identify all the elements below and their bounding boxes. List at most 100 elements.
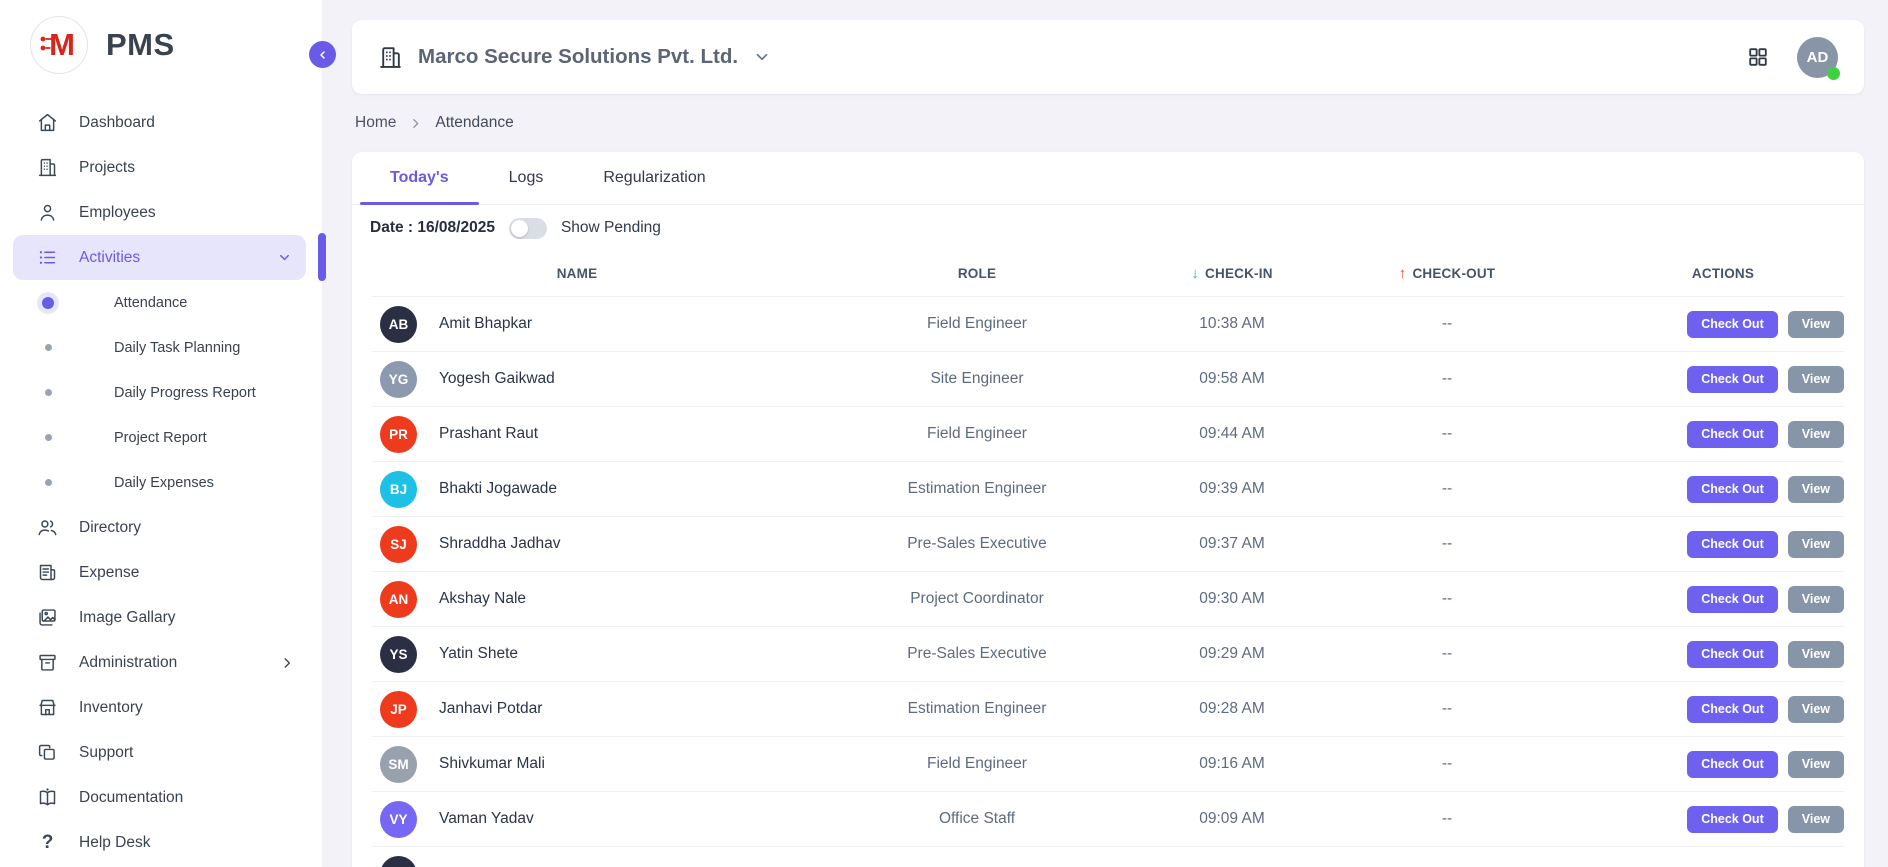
column-name[interactable]: NAME: [557, 266, 598, 281]
bullet-icon: [45, 389, 52, 396]
tab-todays[interactable]: Today's: [360, 152, 479, 204]
check-out-button[interactable]: Check Out: [1687, 641, 1778, 668]
column-actions: ACTIONS: [1692, 266, 1754, 281]
sidebar-item-activities[interactable]: Activities: [13, 235, 306, 280]
chevron-right-icon: [280, 656, 294, 670]
breadcrumb-home[interactable]: Home: [355, 114, 396, 132]
employee-name: Yatin Shete: [439, 645, 518, 663]
employee-role: Office Staff: [939, 810, 1015, 828]
check-out-button[interactable]: Check Out: [1687, 476, 1778, 503]
check-out-button[interactable]: Check Out: [1687, 531, 1778, 558]
check-out-button[interactable]: Check Out: [1687, 806, 1778, 833]
sidebar-item-directory[interactable]: Directory: [0, 505, 322, 550]
view-button[interactable]: View: [1788, 586, 1844, 613]
avatar-initials: AN: [389, 592, 409, 607]
check-out-value: --: [1442, 370, 1452, 388]
table-body: AB Amit Bhapkar Field Engineer 10:38 AM …: [372, 297, 1844, 847]
view-button[interactable]: View: [1788, 531, 1844, 558]
grid-icon: [1747, 46, 1769, 68]
table-row: BJ Bhakti Jogawade Estimation Engineer 0…: [372, 462, 1844, 517]
employee-name: Vaman Yadav: [439, 810, 534, 828]
check-out-button[interactable]: Check Out: [1687, 586, 1778, 613]
sidebar-collapse-button[interactable]: [309, 41, 336, 68]
row-actions: Check Out View: [1602, 366, 1844, 393]
sidebar-subitem-daily-progress-report[interactable]: Daily Progress Report: [0, 370, 322, 415]
sidebar-subitem-attendance[interactable]: Attendance: [0, 280, 322, 325]
show-pending-label: Show Pending: [561, 219, 661, 237]
top-header: Marco Secure Solutions Pvt. Ltd. AD: [352, 20, 1864, 94]
sidebar-item-image-gallery[interactable]: Image Gallary: [0, 595, 322, 640]
view-button[interactable]: View: [1788, 641, 1844, 668]
company-selector[interactable]: Marco Secure Solutions Pvt. Ltd.: [378, 45, 771, 70]
sidebar-item-documentation[interactable]: Documentation: [0, 775, 322, 820]
sidebar-subitem-daily-task-planning[interactable]: Daily Task Planning: [0, 325, 322, 370]
sidebar-item-help-desk[interactable]: ? Help Desk: [0, 820, 322, 865]
avatar: JP: [380, 691, 417, 728]
avatar: SJ: [380, 526, 417, 563]
sidebar-item-label: Expense: [79, 564, 139, 582]
sidebar-item-employees[interactable]: Employees: [0, 190, 322, 235]
check-out-button[interactable]: Check Out: [1687, 421, 1778, 448]
avatar-initials: YS: [389, 647, 407, 662]
avatar: VY: [380, 801, 417, 838]
sidebar-subitem-daily-expenses[interactable]: Daily Expenses: [0, 460, 322, 505]
sidebar-item-inventory[interactable]: Inventory: [0, 685, 322, 730]
row-actions: Check Out View: [1602, 421, 1844, 448]
sidebar-item-dashboard[interactable]: Dashboard: [0, 100, 322, 145]
check-in-time: 09:39 AM: [1199, 480, 1265, 498]
logo-mark: M: [30, 16, 88, 74]
column-check-out[interactable]: ↑ CHECK-OUT: [1399, 265, 1496, 282]
check-out-button[interactable]: Check Out: [1687, 751, 1778, 778]
table-row: AN Akshay Nale Project Coordinator 09:30…: [372, 572, 1844, 627]
subitem-label: Project Report: [114, 430, 207, 446]
view-button[interactable]: View: [1788, 751, 1844, 778]
column-role[interactable]: ROLE: [958, 266, 996, 281]
row-actions: Check Out View: [1602, 806, 1844, 833]
view-button[interactable]: View: [1788, 476, 1844, 503]
tab-regularization[interactable]: Regularization: [573, 152, 735, 204]
tab-bar: Today's Logs Regularization: [352, 152, 1864, 205]
view-button[interactable]: View: [1788, 696, 1844, 723]
avatar-initials: VY: [389, 812, 407, 827]
avatar-initials: JP: [390, 702, 407, 717]
employee-role: Site Engineer: [930, 370, 1023, 388]
sidebar-item-administration[interactable]: Administration: [0, 640, 322, 685]
check-out-value: --: [1442, 700, 1452, 718]
show-pending-toggle[interactable]: [509, 218, 547, 239]
view-button[interactable]: View: [1788, 421, 1844, 448]
column-check-in[interactable]: ↓ CHECK-IN: [1191, 265, 1272, 282]
apps-grid-button[interactable]: [1747, 46, 1769, 68]
view-button[interactable]: View: [1788, 311, 1844, 338]
view-button[interactable]: View: [1788, 366, 1844, 393]
online-status-dot: [1827, 67, 1840, 80]
user-avatar[interactable]: AD: [1797, 37, 1838, 78]
sidebar-nav: Dashboard Projects Employees Activities …: [0, 100, 322, 865]
check-out-button[interactable]: Check Out: [1687, 311, 1778, 338]
sidebar-item-label: Image Gallary: [79, 609, 175, 627]
employee-name: Janhavi Potdar: [439, 700, 542, 718]
employee-role: Pre-Sales Executive: [907, 535, 1047, 553]
avatar-initials: SM: [388, 757, 408, 772]
check-in-time: 09:28 AM: [1199, 700, 1265, 718]
tab-logs[interactable]: Logs: [479, 152, 574, 204]
sidebar-item-projects[interactable]: Projects: [0, 145, 322, 190]
sort-desc-icon: ↓: [1191, 265, 1199, 282]
employee-role: Field Engineer: [927, 425, 1027, 443]
sidebar-subitem-project-report[interactable]: Project Report: [0, 415, 322, 460]
sidebar-item-support[interactable]: Support: [0, 730, 322, 775]
sidebar: M PMS Dashboard Projects Employees Activ…: [0, 0, 322, 867]
check-in-time: 09:44 AM: [1199, 425, 1265, 443]
view-button[interactable]: View: [1788, 806, 1844, 833]
storefront-icon: [37, 697, 58, 718]
sidebar-item-label: Employees: [79, 204, 156, 222]
attendance-panel: Today's Logs Regularization Date : 16/08…: [352, 152, 1864, 867]
avatar: AN: [380, 581, 417, 618]
sidebar-item-expense[interactable]: Expense: [0, 550, 322, 595]
check-out-button[interactable]: Check Out: [1687, 696, 1778, 723]
chevron-right-icon: [409, 117, 422, 130]
check-in-time: 09:30 AM: [1199, 590, 1265, 608]
bullet-icon: [45, 479, 52, 486]
bullet-icon: [45, 344, 52, 351]
check-out-button[interactable]: Check Out: [1687, 366, 1778, 393]
chevron-down-icon: [277, 250, 292, 265]
